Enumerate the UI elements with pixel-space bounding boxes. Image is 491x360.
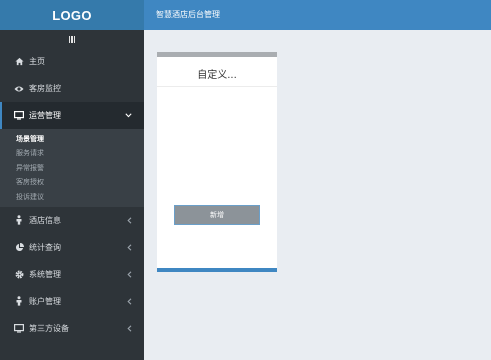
- chevron-left-icon: [127, 261, 132, 288]
- monitor-icon: [14, 111, 24, 121]
- card-bottom-border: [157, 268, 277, 272]
- sidebar-item-room-monitor[interactable]: 客房监控: [0, 75, 144, 102]
- submenu-item-scene-management[interactable]: 场景管理: [0, 132, 144, 146]
- sidebar-item-label: 客房监控: [29, 84, 61, 93]
- app-title: 智慧酒店后台管理: [156, 10, 220, 19]
- home-icon: [14, 57, 24, 67]
- submenu-item-service-request[interactable]: 服务请求: [0, 146, 144, 160]
- submenu-item-alarm[interactable]: 异常报警: [0, 161, 144, 175]
- scene-card: 自定义... 新增: [157, 52, 277, 272]
- operations-submenu: 场景管理 服务请求 异常报警 客房授权 投诉建议: [0, 129, 144, 207]
- sidebar-item-label: 账户管理: [29, 296, 61, 306]
- sidebar-item-hotel-info[interactable]: 酒店信息: [0, 207, 144, 234]
- sidebar-toggle-button[interactable]: [0, 30, 144, 48]
- sidebar-item-third-party-devices[interactable]: 第三方设备: [0, 315, 144, 342]
- sidebar: 主页 客房监控 运营管理 场景管理 服务请求 异常报警 客房授权 投诉建议 酒店…: [0, 30, 144, 360]
- sidebar-item-home[interactable]: 主页: [0, 48, 144, 75]
- chevron-down-icon: [125, 102, 132, 129]
- sidebar-item-label: 主页: [29, 57, 45, 66]
- add-button[interactable]: 新增: [174, 205, 260, 225]
- sidebar-item-label: 第三方设备: [29, 323, 69, 333]
- person-icon: [14, 296, 24, 307]
- card-top-border: [157, 52, 277, 57]
- chevron-left-icon: [127, 234, 132, 261]
- person-icon: [14, 215, 24, 226]
- top-bar: LOGO 智慧酒店后台管理: [0, 0, 491, 30]
- sidebar-item-statistics[interactable]: 统计查询: [0, 234, 144, 261]
- card-title[interactable]: 自定义...: [157, 66, 277, 81]
- chevron-left-icon: [127, 315, 132, 342]
- chevron-left-icon: [127, 207, 132, 234]
- sidebar-item-label: 系统管理: [29, 269, 61, 279]
- submenu-item-complaints[interactable]: 投诉建议: [0, 190, 144, 204]
- sidebar-item-label: 酒店信息: [29, 215, 61, 225]
- gear-icon: [14, 269, 24, 279]
- card-divider: [157, 86, 277, 87]
- sidebar-item-accounts[interactable]: 账户管理: [0, 288, 144, 315]
- monitor-icon: [14, 323, 24, 333]
- sidebar-item-operations[interactable]: 运营管理: [0, 102, 144, 129]
- eye-icon: [14, 84, 24, 94]
- sidebar-item-label: 统计查询: [29, 242, 61, 252]
- logo[interactable]: LOGO: [0, 0, 144, 30]
- chevron-left-icon: [127, 288, 132, 315]
- sidebar-item-system[interactable]: 系统管理: [0, 261, 144, 288]
- menu-toggle-icon: [68, 35, 76, 43]
- pie-chart-icon: [14, 242, 24, 252]
- submenu-item-room-authorization[interactable]: 客房授权: [0, 175, 144, 189]
- sidebar-item-label: 运营管理: [29, 111, 61, 120]
- logo-text: LOGO: [52, 7, 92, 23]
